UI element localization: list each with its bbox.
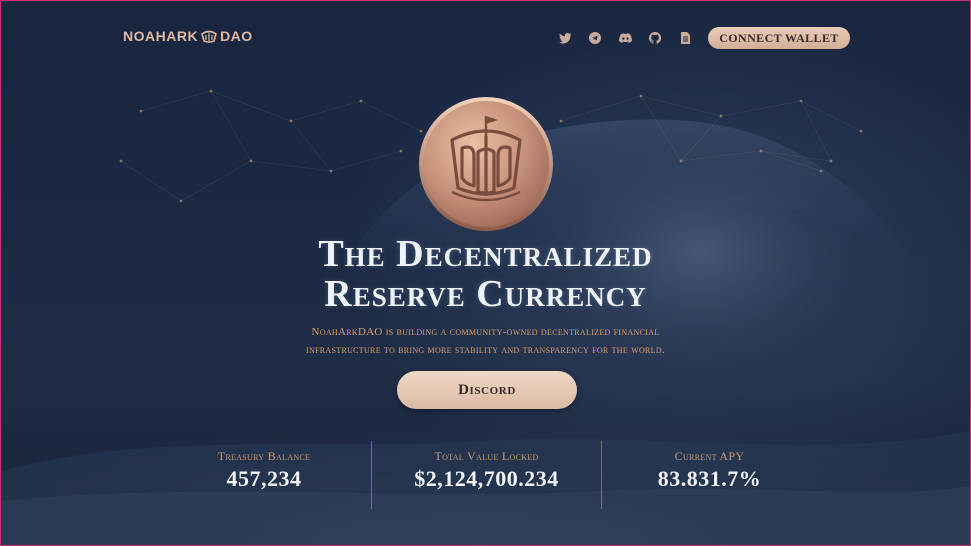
discord-button[interactable]: Discord [397,371,577,409]
stat-total-value-locked: Total Value Locked $2,124,700.234 [372,441,601,509]
stat-current-apy: Current APY 83.831.7% [602,441,817,509]
telegram-icon[interactable] [587,30,603,46]
hero-subtitle-line1: NoahArkDAO is building a community-owned… [311,326,660,338]
ark-coin-icon [419,97,553,231]
hero-title: The Decentralized Reserve Currency [1,234,970,314]
hero-subtitle-line2: infrastructure to bring more stability a… [306,344,665,356]
page: NOAHARK DAO CONNECT WALLET The Decentral… [0,0,971,546]
github-icon[interactable] [647,30,663,46]
logo[interactable]: NOAHARK DAO [123,28,253,44]
ark-logo-icon [201,30,217,43]
logo-text-right: DAO [220,28,253,44]
discord-icon[interactable] [617,30,633,46]
hero-title-line1: The Decentralized [318,233,653,275]
connect-wallet-button[interactable]: CONNECT WALLET [708,27,850,49]
hero-subtitle: NoahArkDAO is building a community-owned… [1,323,970,359]
stat-label: Current APY [674,449,745,463]
stat-value: 83.831.7% [657,466,762,491]
stats-bar: Treasury Balance 457,234 Total Value Loc… [157,441,817,509]
stat-label: Total Value Locked [434,449,539,463]
hero-title-line2: Reserve Currency [324,273,647,315]
docs-icon[interactable] [677,30,693,46]
stat-label: Treasury Balance [217,449,311,463]
twitter-icon[interactable] [557,30,573,46]
social-links [557,30,693,46]
stat-treasury-balance: Treasury Balance 457,234 [157,441,371,509]
logo-text-left: NOAHARK [123,28,199,44]
stat-value: 457,234 [226,466,302,491]
stat-value: $2,124,700.234 [414,466,559,491]
